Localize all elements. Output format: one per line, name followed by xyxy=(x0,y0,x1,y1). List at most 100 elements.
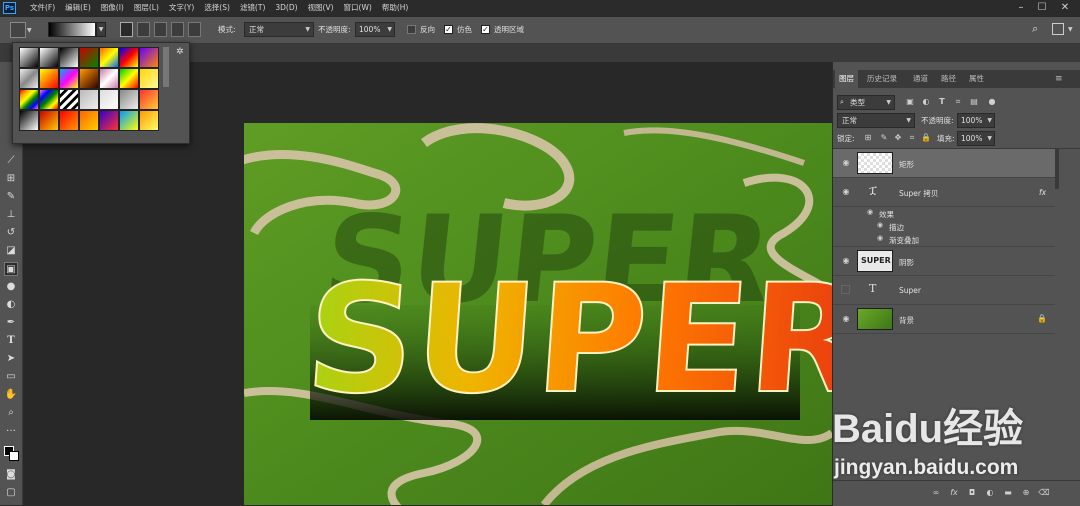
reverse-checkbox[interactable]: ✓ xyxy=(407,25,416,34)
new-layer-icon[interactable]: ⊕ xyxy=(1019,486,1033,500)
gradient-swatch[interactable] xyxy=(139,89,159,110)
tab-history[interactable]: 历史记录 xyxy=(867,70,897,88)
layer-background[interactable]: ◉ 背景 🔒 xyxy=(833,305,1055,334)
add-style-icon[interactable]: fx xyxy=(947,486,961,500)
tab-properties[interactable]: 属性 xyxy=(969,70,984,88)
swatch-scrollbar[interactable] xyxy=(163,47,169,87)
gradient-swatch[interactable] xyxy=(79,89,99,110)
layer-shadow[interactable]: ◉ SUPER 阴影 xyxy=(833,247,1055,276)
effect-stroke-row[interactable]: ◉ 描边 xyxy=(833,220,1055,232)
lock-pixels-icon[interactable]: ✎ xyxy=(877,131,891,145)
gradient-swatch[interactable] xyxy=(139,110,159,131)
gradient-swatch[interactable] xyxy=(19,110,39,131)
minimize-icon[interactable]: – xyxy=(1014,1,1028,15)
filter-pixel-icon[interactable]: ▣ xyxy=(903,95,917,109)
layer-opacity-input[interactable]: 100% ▼ xyxy=(957,113,995,128)
background-color-swatch[interactable] xyxy=(9,451,19,461)
layer-filter-select[interactable]: ⌕ 类型 ▼ xyxy=(837,95,895,110)
delete-layer-icon[interactable]: ⌫ xyxy=(1037,486,1051,500)
gradient-swatch[interactable] xyxy=(39,47,59,68)
gradient-swatch[interactable] xyxy=(139,47,159,68)
layer-super-copy[interactable]: ◉ ፗ Super 拷贝 fx xyxy=(833,178,1055,207)
gradient-swatch[interactable] xyxy=(19,68,39,89)
panel-menu-icon[interactable]: ≡ xyxy=(1055,70,1063,88)
tab-layers[interactable]: 图层 xyxy=(835,70,858,88)
eye-icon[interactable]: ◉ xyxy=(867,208,873,216)
type-tool-icon[interactable]: T xyxy=(4,334,18,348)
gradient-swatch[interactable] xyxy=(59,110,79,131)
healing-brush-icon[interactable]: ⊞ xyxy=(4,172,18,186)
gradient-swatch[interactable] xyxy=(119,110,139,131)
blend-mode-select[interactable]: 正常 ▼ xyxy=(837,113,915,128)
workspace-icon[interactable] xyxy=(1052,23,1064,35)
radial-gradient-button[interactable] xyxy=(137,22,150,37)
gradient-swatch[interactable] xyxy=(99,89,119,110)
tab-paths[interactable]: 路径 xyxy=(941,70,956,88)
menu-filter[interactable]: 滤镜(T) xyxy=(240,0,265,16)
screen-mode-icon[interactable]: ▢ xyxy=(4,486,18,500)
eye-icon[interactable]: ◉ xyxy=(841,256,851,266)
history-brush-icon[interactable]: ↺ xyxy=(4,226,18,240)
gradient-swatch[interactable] xyxy=(19,89,39,110)
lock-artboard-icon[interactable]: ⌗ xyxy=(905,131,919,145)
maximize-icon[interactable]: ☐ xyxy=(1035,1,1049,15)
effect-gradient-overlay-row[interactable]: ◉ 渐变叠加 xyxy=(833,233,1055,247)
gradient-swatch[interactable] xyxy=(39,89,59,110)
filter-type-icon[interactable]: T xyxy=(935,95,949,109)
menu-select[interactable]: 选择(S) xyxy=(204,0,230,16)
layer-fx-badge[interactable]: fx xyxy=(1039,188,1046,197)
gradient-swatch[interactable] xyxy=(119,47,139,68)
eraser-icon[interactable]: ◪ xyxy=(4,244,18,258)
chevron-down-icon[interactable]: ▼ xyxy=(1068,26,1073,33)
dodge-icon[interactable]: ◐ xyxy=(4,298,18,312)
linear-gradient-button[interactable] xyxy=(120,22,133,37)
hand-icon[interactable]: ✋ xyxy=(4,388,18,402)
lock-position-icon[interactable]: ✥ xyxy=(891,131,905,145)
gradient-tool-icon[interactable]: ▣ xyxy=(4,262,18,276)
filter-adjustment-icon[interactable]: ◐ xyxy=(919,95,933,109)
transparency-checkbox[interactable]: ✓ xyxy=(481,25,490,34)
layers-scrollbar[interactable] xyxy=(1055,149,1059,189)
gradient-tool-preset-icon[interactable] xyxy=(10,22,26,38)
new-group-icon[interactable]: ▬ xyxy=(1001,486,1015,500)
gradient-swatch[interactable] xyxy=(59,89,79,110)
blur-icon[interactable]: ● xyxy=(4,280,18,294)
filter-shape-icon[interactable]: ⌗ xyxy=(951,95,965,109)
menu-window[interactable]: 窗口(W) xyxy=(344,0,372,16)
filter-smart-object-icon[interactable]: ▤ xyxy=(967,95,981,109)
quick-mask-icon[interactable]: ◙ xyxy=(4,468,18,482)
menu-3d[interactable]: 3D(D) xyxy=(275,0,297,16)
chevron-down-icon[interactable]: ▼ xyxy=(27,27,32,34)
fill-input[interactable]: 100% ▼ xyxy=(957,131,995,146)
document-canvas[interactable]: SUPER SUPER xyxy=(244,123,832,505)
search-icon[interactable]: ⌕ xyxy=(1032,22,1046,36)
gradient-dropdown-chevron-icon[interactable]: ▼ xyxy=(96,22,106,37)
gradient-swatch[interactable] xyxy=(39,110,59,131)
gradient-swatch[interactable] xyxy=(79,47,99,68)
gradient-swatch[interactable] xyxy=(19,47,39,68)
gradient-swatch[interactable] xyxy=(79,68,99,89)
angle-gradient-button[interactable] xyxy=(154,22,167,37)
eye-icon[interactable]: ◉ xyxy=(877,234,883,242)
layer-rectangle[interactable]: ◉ 矩形 xyxy=(833,149,1055,178)
reflected-gradient-button[interactable] xyxy=(171,22,184,37)
gradient-swatch[interactable] xyxy=(59,68,79,89)
gradient-swatch[interactable] xyxy=(79,110,99,131)
menu-view[interactable]: 视图(V) xyxy=(308,0,334,16)
filter-toggle-icon[interactable]: ● xyxy=(985,95,999,109)
gradient-preview[interactable] xyxy=(48,22,96,37)
gear-icon[interactable]: ✲ xyxy=(176,47,184,57)
dither-checkbox[interactable]: ✓ xyxy=(444,25,453,34)
more-tools-icon[interactable]: … xyxy=(4,422,18,436)
gradient-swatch[interactable] xyxy=(99,110,119,131)
mode-select[interactable]: 正常 ▼ xyxy=(244,22,314,37)
gradient-swatch[interactable] xyxy=(39,68,59,89)
tab-channels[interactable]: 通道 xyxy=(913,70,928,88)
gradient-swatch[interactable] xyxy=(99,47,119,68)
clone-stamp-icon[interactable]: ⊥ xyxy=(4,208,18,222)
lock-all-icon[interactable]: 🔒 xyxy=(919,131,933,145)
eye-icon[interactable]: ◉ xyxy=(841,187,851,197)
menu-type[interactable]: 文字(Y) xyxy=(169,0,194,16)
menu-edit[interactable]: 编辑(E) xyxy=(65,0,91,16)
effects-row[interactable]: ◉ 效果 xyxy=(833,207,1055,219)
